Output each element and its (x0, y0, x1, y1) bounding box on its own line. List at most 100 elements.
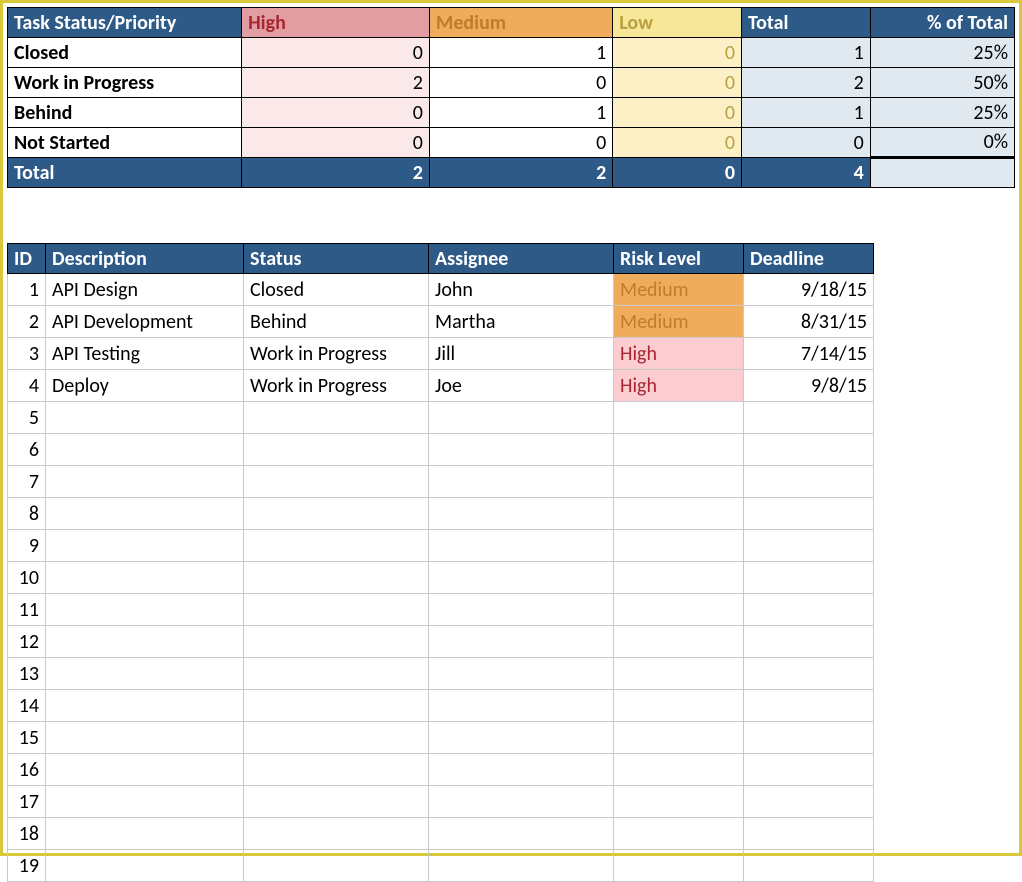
task-risk[interactable] (614, 594, 744, 626)
summary-cell[interactable]: 25% (870, 98, 1014, 128)
task-assignee[interactable] (429, 466, 614, 498)
task-status[interactable]: Behind (244, 306, 429, 338)
task-risk[interactable] (614, 786, 744, 818)
task-deadline[interactable]: 7/14/15 (744, 338, 874, 370)
hdr-medium[interactable]: Medium (429, 8, 612, 38)
task-id[interactable]: 6 (8, 434, 46, 466)
task-hdr-status[interactable]: Status (244, 244, 429, 274)
task-desc[interactable] (46, 658, 244, 690)
task-desc[interactable] (46, 402, 244, 434)
task-desc[interactable] (46, 562, 244, 594)
task-id[interactable]: 10 (8, 562, 46, 594)
task-desc[interactable] (46, 722, 244, 754)
task-assignee[interactable] (429, 786, 614, 818)
summary-cell[interactable]: 1 (429, 98, 612, 128)
task-assignee[interactable] (429, 434, 614, 466)
task-risk[interactable] (614, 722, 744, 754)
task-deadline[interactable] (744, 690, 874, 722)
task-deadline[interactable]: 9/18/15 (744, 274, 874, 306)
summary-cell[interactable]: 0 (741, 128, 870, 158)
task-id[interactable]: 16 (8, 754, 46, 786)
task-risk[interactable]: Medium (614, 274, 744, 306)
summary-label[interactable]: Behind (8, 98, 242, 128)
task-status[interactable]: Closed (244, 274, 429, 306)
footer-cell[interactable]: 2 (242, 158, 430, 188)
task-deadline[interactable] (744, 786, 874, 818)
task-desc[interactable] (46, 594, 244, 626)
task-status[interactable] (244, 562, 429, 594)
task-id[interactable]: 2 (8, 306, 46, 338)
task-assignee[interactable] (429, 690, 614, 722)
summary-label[interactable]: Not Started (8, 128, 242, 158)
hdr-high[interactable]: High (242, 8, 430, 38)
task-hdr-desc[interactable]: Description (46, 244, 244, 274)
footer-label[interactable]: Total (8, 158, 242, 188)
task-desc[interactable] (46, 850, 244, 882)
task-desc[interactable] (46, 466, 244, 498)
footer-cell[interactable]: 2 (429, 158, 612, 188)
task-risk[interactable]: Medium (614, 306, 744, 338)
task-deadline[interactable] (744, 594, 874, 626)
task-desc[interactable] (46, 626, 244, 658)
task-desc[interactable] (46, 434, 244, 466)
task-desc[interactable]: API Testing (46, 338, 244, 370)
task-status[interactable] (244, 658, 429, 690)
task-status[interactable] (244, 434, 429, 466)
task-status[interactable] (244, 722, 429, 754)
task-desc[interactable]: API Design (46, 274, 244, 306)
task-risk[interactable] (614, 466, 744, 498)
task-status[interactable]: Work in Progress (244, 370, 429, 402)
summary-label[interactable]: Work in Progress (8, 68, 242, 98)
task-hdr-deadline[interactable]: Deadline (744, 244, 874, 274)
summary-cell[interactable]: 1 (741, 38, 870, 68)
summary-cell[interactable]: 0 (242, 98, 430, 128)
footer-cell[interactable]: 0 (613, 158, 742, 188)
summary-cell[interactable]: 0 (429, 128, 612, 158)
task-hdr-assignee[interactable]: Assignee (429, 244, 614, 274)
task-desc[interactable] (46, 690, 244, 722)
task-deadline[interactable] (744, 722, 874, 754)
task-deadline[interactable] (744, 530, 874, 562)
task-desc[interactable]: Deploy (46, 370, 244, 402)
task-deadline[interactable] (744, 562, 874, 594)
task-assignee[interactable] (429, 562, 614, 594)
summary-cell[interactable]: 1 (741, 98, 870, 128)
task-deadline[interactable] (744, 498, 874, 530)
task-id[interactable]: 18 (8, 818, 46, 850)
task-id[interactable]: 5 (8, 402, 46, 434)
task-deadline[interactable] (744, 466, 874, 498)
task-risk[interactable] (614, 658, 744, 690)
summary-label[interactable]: Closed (8, 38, 242, 68)
summary-cell[interactable]: 25% (870, 38, 1014, 68)
task-desc[interactable] (46, 786, 244, 818)
task-desc[interactable]: API Development (46, 306, 244, 338)
task-id[interactable]: 11 (8, 594, 46, 626)
task-id[interactable]: 12 (8, 626, 46, 658)
summary-cell[interactable]: 2 (741, 68, 870, 98)
task-deadline[interactable]: 8/31/15 (744, 306, 874, 338)
task-deadline[interactable] (744, 850, 874, 882)
task-deadline[interactable]: 9/8/15 (744, 370, 874, 402)
task-desc[interactable] (46, 754, 244, 786)
summary-cell[interactable]: 0 (429, 68, 612, 98)
task-risk[interactable] (614, 690, 744, 722)
task-deadline[interactable] (744, 402, 874, 434)
task-desc[interactable] (46, 498, 244, 530)
hdr-total[interactable]: Total (741, 8, 870, 38)
task-id[interactable]: 1 (8, 274, 46, 306)
task-risk[interactable] (614, 626, 744, 658)
task-assignee[interactable] (429, 850, 614, 882)
task-id[interactable]: 3 (8, 338, 46, 370)
task-id[interactable]: 17 (8, 786, 46, 818)
task-deadline[interactable] (744, 658, 874, 690)
task-id[interactable]: 14 (8, 690, 46, 722)
task-risk[interactable]: High (614, 338, 744, 370)
task-status[interactable] (244, 530, 429, 562)
task-assignee[interactable] (429, 530, 614, 562)
task-assignee[interactable]: Martha (429, 306, 614, 338)
task-hdr-id[interactable]: ID (8, 244, 46, 274)
task-assignee[interactable]: Jill (429, 338, 614, 370)
task-risk[interactable] (614, 498, 744, 530)
task-id[interactable]: 15 (8, 722, 46, 754)
task-assignee[interactable] (429, 498, 614, 530)
